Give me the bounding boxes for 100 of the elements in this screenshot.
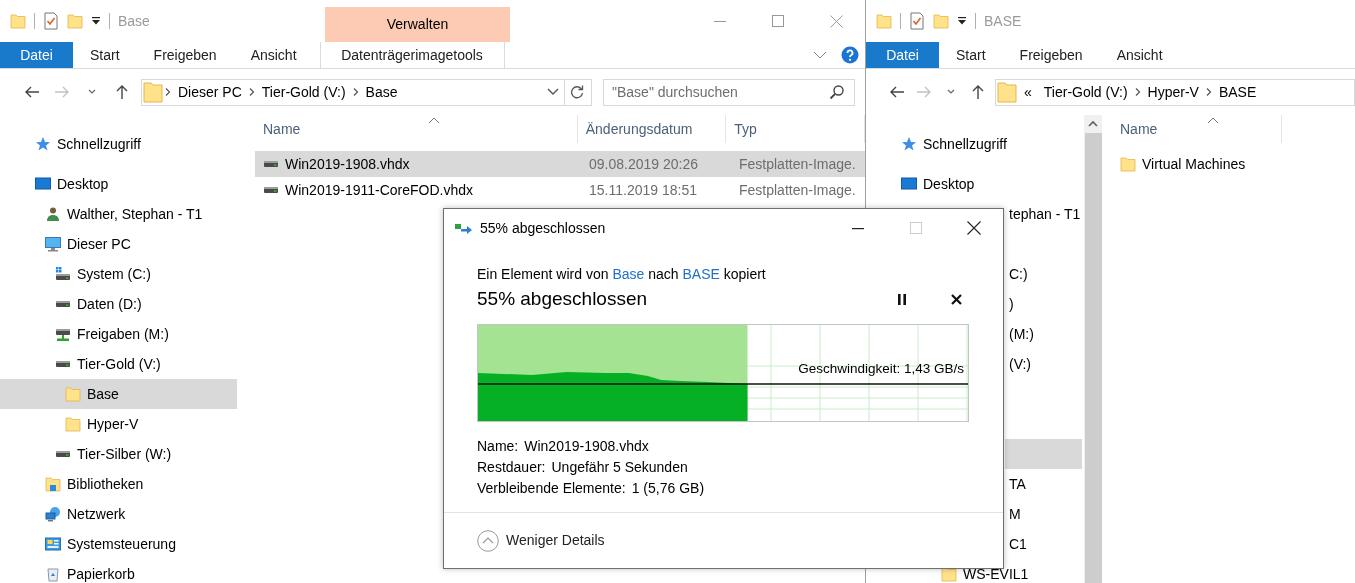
nav-item[interactable]: Schnellzugriff — [866, 129, 1082, 159]
file-row[interactable]: Virtual Machines — [1112, 151, 1355, 177]
file-name: Win2019-1911-CoreFOD.vhdx — [285, 181, 474, 199]
search-field[interactable]: "Base" durchsuchen — [603, 78, 855, 106]
nav-item[interactable]: Freigaben (M:) — [0, 319, 237, 349]
nav-item[interactable]: C:) — [1005, 259, 1082, 289]
recycle-bin-icon — [45, 566, 61, 582]
column-header[interactable]: Name — [1112, 115, 1282, 143]
file-type: Festplatten-Image. — [738, 155, 856, 173]
details-toggle[interactable]: Weniger Details — [477, 529, 605, 552]
close-icon — [967, 221, 981, 235]
help-icon[interactable] — [841, 46, 859, 64]
nav-item[interactable]: C1 — [1005, 529, 1082, 559]
nav-item[interactable]: Systemsteuerung — [0, 529, 237, 559]
nav-item[interactable]: Schnellzugriff — [0, 129, 237, 159]
back-icon — [888, 84, 905, 100]
file-row[interactable]: Win2019-1911-CoreFOD.vhdx 15.11.2019 18:51 Festplatten-Image. — [255, 177, 865, 203]
breadcrumb[interactable]: Tier-Gold (V:) — [1037, 83, 1134, 101]
copy-icon — [455, 222, 473, 234]
folder-icon — [1120, 156, 1136, 172]
chevron-icon — [247, 87, 256, 97]
drive-icon — [264, 161, 278, 167]
nav-item[interactable]: tephan - T1 — [1005, 199, 1082, 229]
close-icon — [829, 14, 843, 28]
control-panel-icon — [45, 536, 61, 552]
nav-item[interactable]: Daten (D:) — [0, 289, 237, 319]
nav-item[interactable]: TA — [1005, 469, 1082, 499]
file-name: Win2019-1908.vhdx — [285, 155, 410, 173]
ribbon-tab[interactable]: Ansicht — [233, 42, 314, 68]
expand-ribbon-icon[interactable] — [813, 51, 827, 59]
dropdown-icon[interactable] — [91, 16, 101, 26]
context-tab-group: Verwalten — [325, 7, 510, 42]
chevron-icon — [164, 87, 172, 97]
ribbon-tab[interactable]: Start — [939, 42, 1003, 68]
chevron-icon — [1204, 87, 1213, 97]
pause-icon — [897, 294, 907, 306]
maximize-icon — [910, 222, 922, 234]
folder-link[interactable]: Base — [612, 266, 645, 282]
detail-value: 1 (5,76 GB) — [631, 478, 705, 498]
network-icon — [45, 506, 61, 522]
file-tab[interactable]: Datei — [0, 42, 73, 68]
star-icon — [901, 136, 917, 152]
nav-item[interactable]: Desktop — [0, 169, 237, 199]
sort-icon — [1207, 117, 1219, 124]
breadcrumb[interactable]: Dieser PC — [172, 83, 248, 101]
chevron-icon — [351, 87, 360, 97]
nav-item[interactable]: Tier-Silber (W:) — [0, 439, 237, 469]
ribbon-tab[interactable]: Freigeben — [136, 42, 234, 68]
ribbon-tab[interactable]: Ansicht — [1099, 42, 1180, 68]
column-header[interactable]: Typ — [726, 115, 865, 143]
properties-icon[interactable] — [43, 12, 59, 30]
nav-item[interactable]: Desktop — [866, 169, 1082, 199]
nav-item[interactable]: (V:) — [1005, 349, 1082, 379]
breadcrumb[interactable]: BASE — [1212, 83, 1263, 101]
nav-item[interactable]: Papierkorb — [0, 559, 237, 583]
file-type: Festplatten-Image. — [738, 181, 856, 199]
detail-value: Ungefähr 5 Sekunden — [551, 457, 688, 477]
folder-icon — [10, 13, 26, 29]
nav-item[interactable]: Hyper-V — [0, 409, 237, 439]
breadcrumb[interactable]: Base — [359, 83, 404, 101]
copy-summary: Ein Element wird von Base nach BASE kopiert — [477, 266, 767, 283]
drive-icon — [264, 187, 278, 193]
detail-value: Win2019-1908.vhdx — [524, 436, 649, 456]
properties-icon[interactable] — [909, 12, 925, 30]
network-drive-icon — [55, 326, 71, 342]
maximize-icon — [772, 15, 784, 27]
nav-item[interactable]: Base — [0, 379, 237, 409]
nav-item[interactable]: Netzwerk — [0, 499, 237, 529]
file-date: 15.11.2019 18:51 — [588, 181, 698, 199]
sort-icon — [428, 117, 440, 124]
detail-label: Restdauer: — [477, 457, 546, 477]
nav-item[interactable]: Bibliotheken — [0, 469, 237, 499]
speed-label: Geschwindigkeit: 1,43 GB/s — [798, 360, 964, 377]
breadcrumb[interactable]: Hyper-V — [1141, 83, 1205, 101]
folder-icon — [142, 81, 164, 103]
nav-item[interactable]: ) — [1005, 289, 1082, 319]
progress-heading: 55% abgeschlossen — [477, 288, 648, 312]
dropdown-icon[interactable] — [957, 16, 967, 26]
folder-link[interactable]: BASE — [682, 266, 720, 282]
nav-item[interactable]: WS-EVIL1 — [866, 559, 1082, 583]
nav-item[interactable]: (M:) — [1005, 319, 1082, 349]
file-date: 09.08.2019 20:26 — [588, 155, 699, 173]
ribbon-tab[interactable]: Start — [73, 42, 137, 68]
column-header[interactable]: Name — [255, 115, 578, 143]
nav-item[interactable]: M — [1005, 499, 1082, 529]
nav-item[interactable]: System (C:) — [0, 259, 237, 289]
refresh-icon[interactable] — [569, 84, 585, 100]
breadcrumb[interactable]: Tier-Gold (V:) — [255, 83, 352, 101]
column-header[interactable]: Änderungsdatum — [577, 115, 727, 143]
library-icon — [45, 476, 61, 492]
file-tab[interactable]: Datei — [866, 42, 939, 68]
overflow-button[interactable]: « — [1018, 83, 1038, 101]
file-row[interactable]: Win2019-1908.vhdx 09.08.2019 20:26 Festplatten-Image. — [255, 151, 865, 177]
search-icon — [829, 83, 845, 100]
nav-item[interactable]: Tier-Gold (V:) — [0, 349, 237, 379]
nav-item[interactable]: Walther, Stephan - T1 — [0, 199, 237, 229]
dropdown-icon[interactable] — [546, 87, 560, 97]
nav-item[interactable]: Dieser PC — [0, 229, 237, 259]
ribbon-tab[interactable]: Freigeben — [1002, 42, 1100, 68]
chevron-up-icon — [477, 529, 499, 552]
